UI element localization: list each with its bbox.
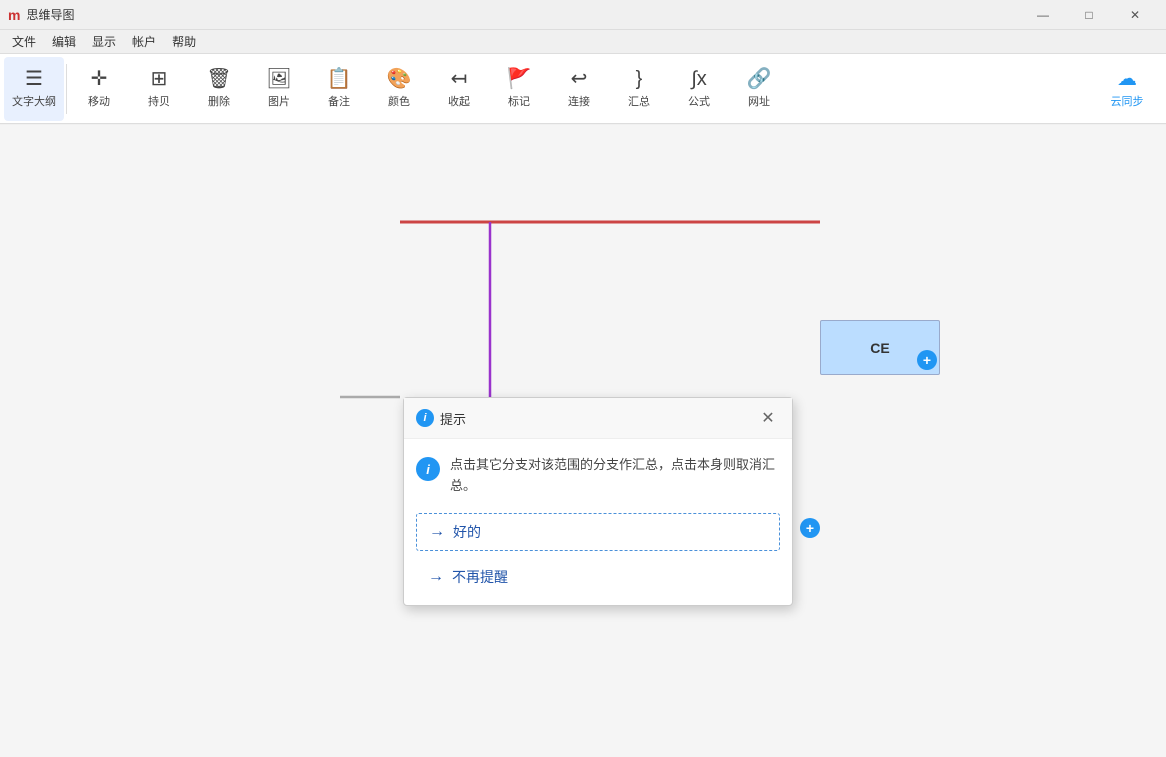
title-bar-left: m 思维导图 — [8, 6, 74, 23]
note-icon: 📋 — [327, 69, 352, 89]
tool-delete[interactable]: 🗑 删除 — [189, 57, 249, 121]
tool-sync-label: 云同步 — [1111, 93, 1144, 109]
node-right-plus-button[interactable]: + — [800, 518, 820, 538]
connect-icon: ↩ — [571, 69, 588, 89]
dialog-option-ok[interactable]: → 好的 — [416, 513, 780, 551]
hold-icon: ⊞ — [151, 69, 168, 89]
tool-text-outline[interactable]: ☰ 文字大纲 — [4, 57, 64, 121]
dialog-header: i 提示 ✕ — [404, 398, 792, 439]
node-ce-plus-button[interactable]: + — [917, 350, 937, 370]
tool-collapse-label: 收起 — [448, 93, 470, 109]
dialog-option-ok-label: 好的 — [453, 522, 481, 542]
text-outline-icon: ☰ — [25, 69, 43, 89]
dialog-header-info-icon: i — [416, 409, 434, 427]
option-noremind-arrow-icon: → — [428, 568, 444, 586]
color-icon: 🎨 — [387, 69, 412, 89]
delete-icon: 🗑 — [206, 69, 231, 89]
option-ok-arrow-icon: → — [429, 523, 445, 541]
dialog-message-info-icon: i — [416, 457, 440, 481]
move-icon: ✛ — [91, 69, 108, 89]
dialog-option-no-remind[interactable]: → 不再提醒 — [416, 561, 780, 593]
menu-edit[interactable]: 编辑 — [44, 31, 84, 52]
tool-image[interactable]: 🖼 图片 — [249, 57, 309, 121]
tool-note[interactable]: 📋 备注 — [309, 57, 369, 121]
dialog-close-button[interactable]: ✕ — [756, 406, 780, 430]
summary-icon: } — [636, 69, 643, 89]
tool-hold[interactable]: ⊞ 持贝 — [129, 57, 189, 121]
tool-url[interactable]: 🔗 网址 — [729, 57, 789, 121]
tool-formula-label: 公式 — [688, 93, 710, 109]
toolbar: ☰ 文字大纲 ✛ 移动 ⊞ 持贝 🗑 删除 🖼 图片 📋 备注 🎨 颜色 ↤ 收… — [0, 54, 1166, 124]
app-icon: m — [8, 7, 20, 23]
collapse-icon: ↤ — [451, 69, 468, 89]
toolbar-divider-1 — [66, 64, 67, 114]
tool-sync[interactable]: ☁ 云同步 — [1092, 57, 1162, 121]
tool-color-label: 颜色 — [388, 93, 410, 109]
menu-view[interactable]: 显示 — [84, 31, 124, 52]
menu-account[interactable]: 帐户 — [124, 31, 164, 52]
canvas-area: CE + + 1第一步 XXX + + i 提示 ✕ i 点击其它分支对该范围的… — [0, 125, 1166, 757]
menu-bar: 文件 编辑 显示 帐户 帮助 — [0, 30, 1166, 54]
tool-color[interactable]: 🎨 颜色 — [369, 57, 429, 121]
dialog-title-row: i 提示 — [416, 409, 466, 428]
close-button[interactable]: ✕ — [1112, 0, 1158, 30]
menu-help[interactable]: 帮助 — [164, 31, 204, 52]
tool-connect[interactable]: ↩ 连接 — [549, 57, 609, 121]
tool-url-label: 网址 — [748, 93, 770, 109]
tool-image-label: 图片 — [268, 93, 290, 109]
tool-text-outline-label: 文字大纲 — [12, 93, 56, 109]
tool-summary[interactable]: } 汇总 — [609, 57, 669, 121]
mark-icon: 🚩 — [507, 69, 532, 89]
dialog-message: 点击其它分支对该范围的分支作汇总，点击本身则取消汇总。 — [450, 455, 780, 497]
dialog-body: i 点击其它分支对该范围的分支作汇总，点击本身则取消汇总。 → 好的 → 不再提… — [404, 439, 792, 605]
tool-summary-label: 汇总 — [628, 93, 650, 109]
url-icon: 🔗 — [747, 69, 772, 89]
tool-move[interactable]: ✛ 移动 — [69, 57, 129, 121]
dialog-title: 提示 — [440, 409, 466, 428]
image-icon: 🖼 — [266, 69, 291, 89]
title-bar-controls: — □ ✕ — [1020, 0, 1158, 30]
title-bar: m 思维导图 — □ ✕ — [0, 0, 1166, 30]
menu-file[interactable]: 文件 — [4, 31, 44, 52]
minimize-button[interactable]: — — [1020, 0, 1066, 30]
tool-mark-label: 标记 — [508, 93, 530, 109]
tool-collapse[interactable]: ↤ 收起 — [429, 57, 489, 121]
dialog-message-row: i 点击其它分支对该范围的分支作汇总，点击本身则取消汇总。 — [416, 455, 780, 497]
maximize-button[interactable]: □ — [1066, 0, 1112, 30]
tool-formula[interactable]: ∫x 公式 — [669, 57, 729, 121]
tool-hold-label: 持贝 — [148, 93, 170, 109]
tool-connect-label: 连接 — [568, 93, 590, 109]
tool-mark[interactable]: 🚩 标记 — [489, 57, 549, 121]
sync-icon: ☁ — [1117, 69, 1137, 89]
dialog: i 提示 ✕ i 点击其它分支对该范围的分支作汇总，点击本身则取消汇总。 → 好… — [403, 397, 793, 606]
formula-icon: ∫x — [691, 69, 706, 89]
tool-note-label: 备注 — [328, 93, 350, 109]
app-title: 思维导图 — [26, 6, 74, 23]
dialog-option-no-remind-label: 不再提醒 — [452, 567, 508, 587]
tool-move-label: 移动 — [88, 93, 110, 109]
tool-delete-label: 删除 — [208, 93, 230, 109]
